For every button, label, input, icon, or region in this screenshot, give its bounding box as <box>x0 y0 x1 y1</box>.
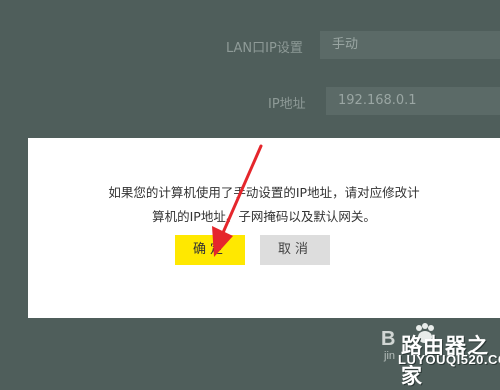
lan-ip-setting-label: LAN口IP设置 <box>226 41 303 56</box>
confirm-dialog: 如果您的计算机使用了手动设置的IP地址，请对应修改计 算机的IP地址、子网掩码以… <box>28 138 500 318</box>
cancel-button[interactable]: 取消 <box>260 235 330 265</box>
watermark-brand-letter: B <box>381 328 396 350</box>
ip-address-input[interactable]: 192.168.0.1 <box>326 87 500 115</box>
watermark-brand-suffix: jin <box>384 350 396 362</box>
dialog-message-line1: 如果您的计算机使用了手动设置的IP地址，请对应修改计 <box>108 185 420 200</box>
watermark-site-url: LUYOUQI520.COM <box>398 352 500 367</box>
dialog-message-line2: 算机的IP地址、子网掩码以及默认网关。 <box>152 209 376 224</box>
lan-ip-mode-select[interactable]: 手动 <box>320 31 500 59</box>
ip-address-label: IP地址 <box>268 97 306 112</box>
confirm-button[interactable]: 确定 <box>175 235 245 265</box>
